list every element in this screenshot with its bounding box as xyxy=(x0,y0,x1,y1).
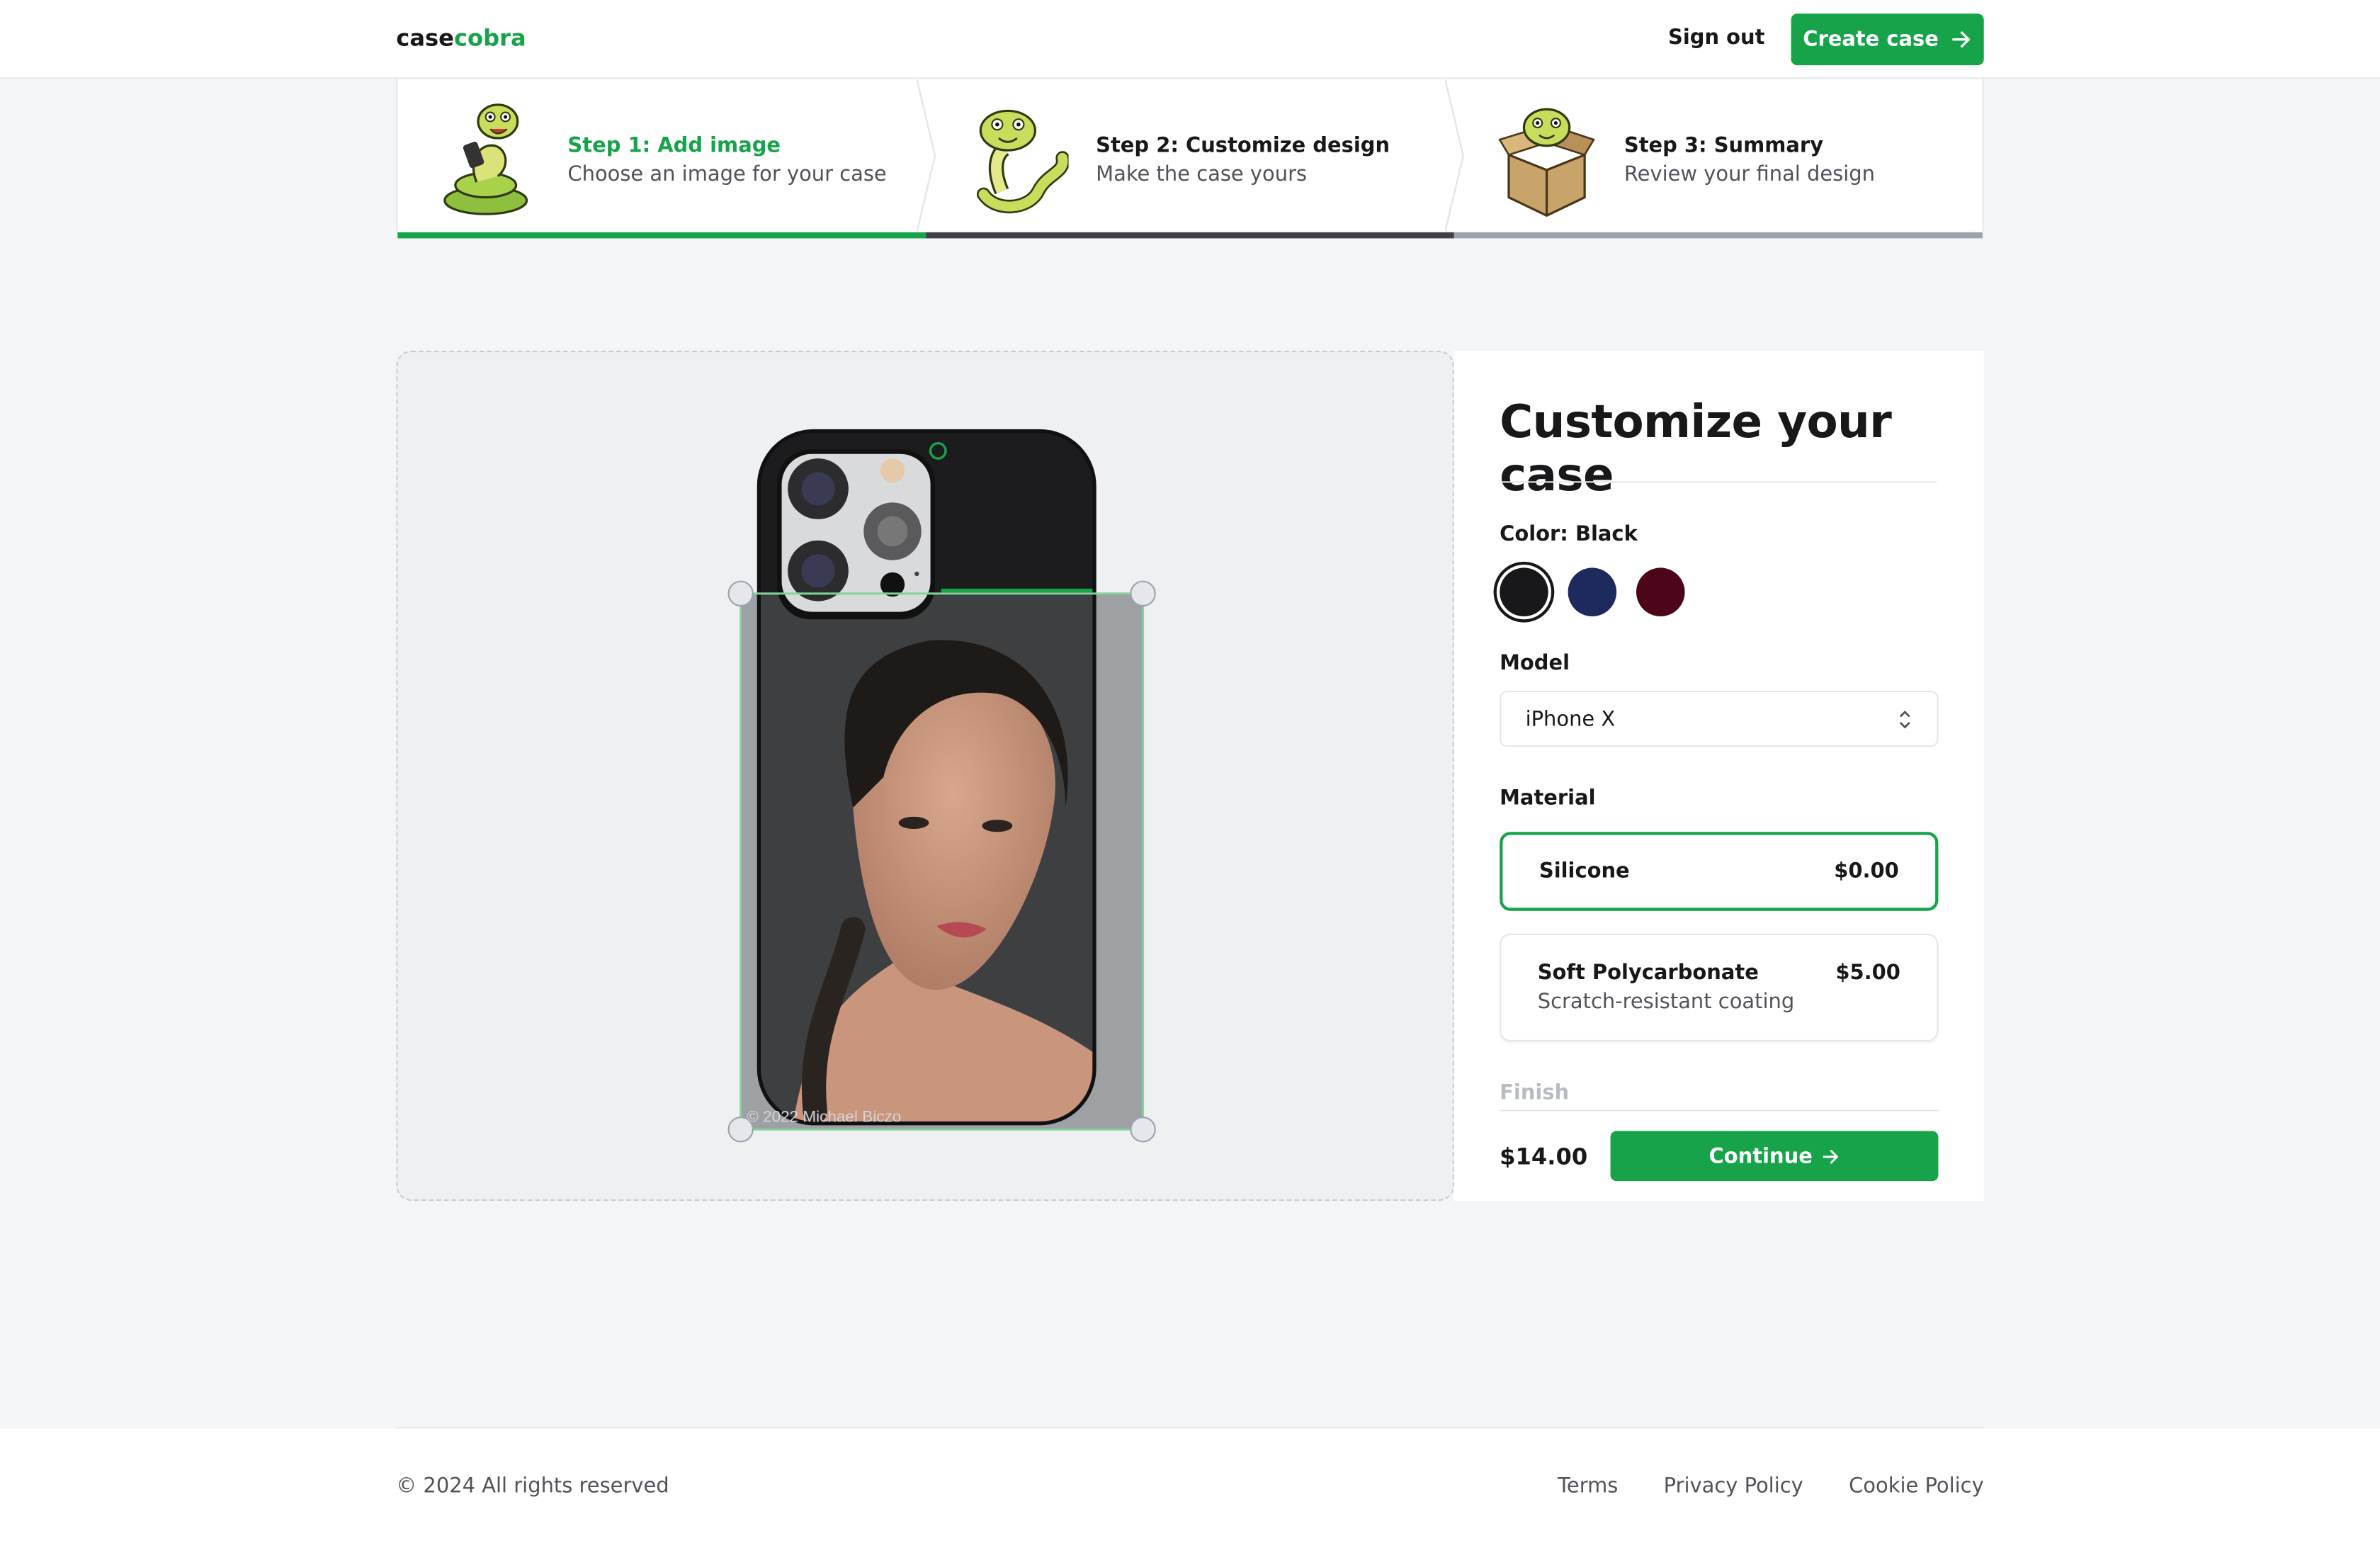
step-3-bar xyxy=(1454,232,1983,239)
step-1-title: Step 1: Add image xyxy=(567,133,781,158)
continue-button[interactable]: Continue xyxy=(1610,1131,1939,1182)
chevron-up-down-icon xyxy=(1899,711,1910,729)
divider xyxy=(1500,1109,1939,1112)
uploaded-photo xyxy=(759,593,1094,1124)
material-option-soft-polycarbonate[interactable]: Soft Polycarbonate $5.00 Scratch-resista… xyxy=(1500,933,1939,1041)
step-divider xyxy=(1444,79,1465,232)
divider xyxy=(1500,481,1937,483)
color-swatch-blue[interactable] xyxy=(1568,567,1617,616)
snake-illustration xyxy=(976,109,1069,214)
step-add-image: Step 1: Add image Choose an image for yo… xyxy=(397,79,936,239)
material-label: Material xyxy=(1500,786,1596,811)
color-label: Color: Black xyxy=(1500,522,1638,547)
resize-handle-bottom-right xyxy=(1130,1117,1156,1143)
app-root: casecobra Sign out Create case Step 1: A… xyxy=(0,0,2380,1543)
logo[interactable]: casecobra xyxy=(396,24,526,52)
continue-label: Continue xyxy=(1708,1143,1813,1168)
footer-link-privacy[interactable]: Privacy Policy xyxy=(1664,1474,1803,1498)
create-case-button[interactable]: Create case xyxy=(1791,13,1984,66)
step-2-bar xyxy=(926,232,1454,239)
color-swatch-black[interactable] xyxy=(1500,567,1548,616)
create-case-label: Create case xyxy=(1803,27,1939,52)
snake-box-illustration xyxy=(1498,108,1595,217)
footer-links: Terms Privacy Policy Cookie Policy xyxy=(1558,1474,1984,1498)
copyright: © 2024 All rights reserved xyxy=(396,1474,669,1498)
sign-out-button[interactable]: Sign out xyxy=(1648,26,1784,50)
step-summary: Step 3: Summary Review your final design xyxy=(1454,79,1983,239)
customize-panel: Customize your case Color: Black Model i… xyxy=(1454,350,1984,1201)
photo-watermark: © 2022 Michael Biczo xyxy=(747,1108,901,1126)
total-price: $14.00 xyxy=(1500,1143,1588,1171)
case-editor-canvas[interactable]: © 2022 Michael Biczo xyxy=(396,350,1454,1201)
arrow-right-icon xyxy=(1823,1149,1839,1163)
model-value: iPhone X xyxy=(1525,707,1616,732)
navbar: casecobra Sign out Create case xyxy=(0,0,2380,79)
logo-cobra: cobra xyxy=(453,24,526,52)
color-swatch-rose[interactable] xyxy=(1636,567,1685,616)
resize-handle-top-left xyxy=(727,580,754,607)
step-3-title: Step 3: Summary xyxy=(1624,133,1824,158)
material-option-silicone[interactable]: Silicone $0.00 xyxy=(1500,832,1939,911)
resize-handle-top-right xyxy=(1130,580,1156,607)
model-select[interactable]: iPhone X xyxy=(1500,690,1939,747)
step-2-title: Step 2: Customize design xyxy=(1096,133,1390,158)
material-name: Soft Polycarbonate xyxy=(1537,961,1759,985)
material-desc: Scratch-resistant coating xyxy=(1537,990,1795,1014)
finish-label: Finish xyxy=(1500,1080,1570,1105)
phone-preview: © 2022 Michael Biczo xyxy=(727,429,1156,1143)
step-3-desc: Review your final design xyxy=(1624,162,1875,187)
step-1-desc: Choose an image for your case xyxy=(567,162,887,187)
progress-steps: Step 1: Add image Choose an image for yo… xyxy=(396,79,1984,239)
snake-phone-illustration xyxy=(443,103,528,215)
panel-heading: Customize your case xyxy=(1500,396,1892,503)
footer-link-cookie[interactable]: Cookie Policy xyxy=(1849,1474,1984,1498)
material-name: Silicone xyxy=(1538,859,1630,884)
step-2-desc: Make the case yours xyxy=(1096,162,1308,187)
logo-case: case xyxy=(396,24,454,52)
model-label: Model xyxy=(1500,651,1570,676)
step-1-bar xyxy=(397,232,926,239)
step-customize: Step 2: Customize design Make the case y… xyxy=(926,79,1465,239)
arrow-right-icon xyxy=(1952,31,1971,48)
material-price: $5.00 xyxy=(1835,961,1900,985)
material-price: $0.00 xyxy=(1834,859,1899,884)
footer-link-terms[interactable]: Terms xyxy=(1558,1474,1618,1498)
footer: © 2024 All rights reserved Terms Privacy… xyxy=(0,1428,2380,1543)
step-divider xyxy=(917,79,936,232)
